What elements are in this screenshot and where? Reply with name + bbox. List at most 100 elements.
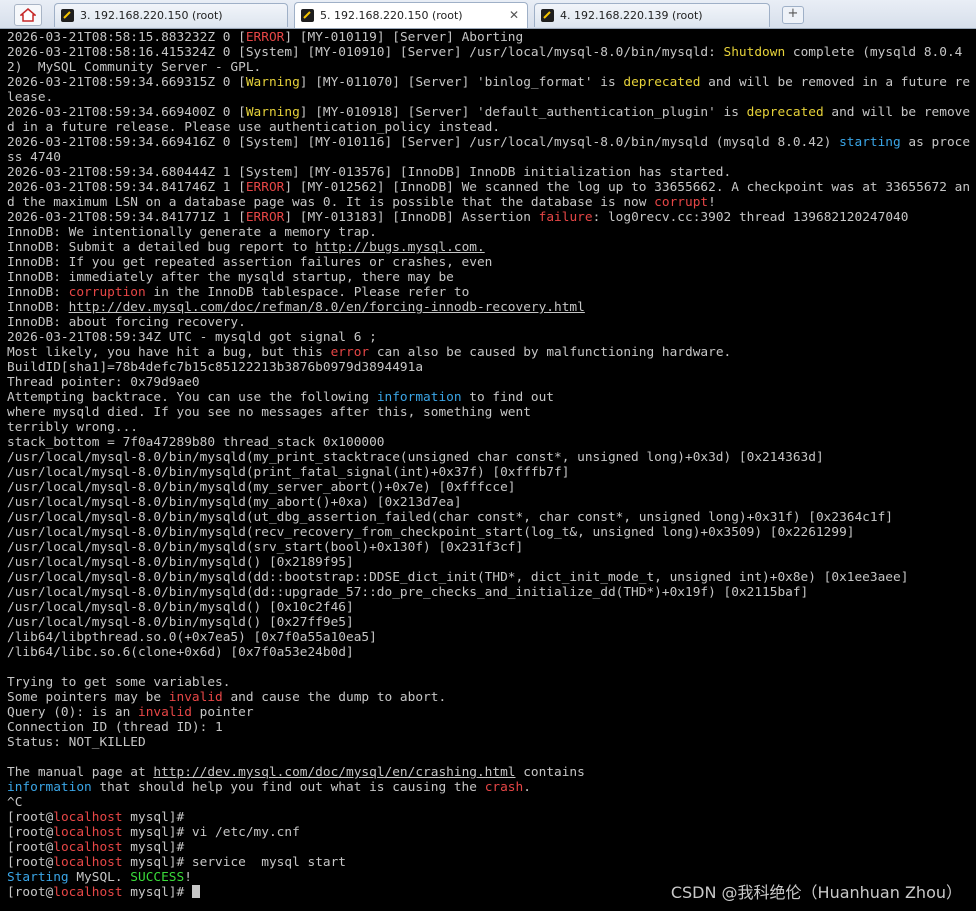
terminal-text: 2026-03-21T08:59:34.669315Z 0 [ [7,75,246,90]
terminal-text: invalid [137,705,192,720]
terminal-line: 2026-03-21T08:58:15.883232Z 0 [ERROR] [M… [7,30,972,45]
terminal-line: 2026-03-21T08:59:34.680444Z 1 [System] [… [7,165,972,180]
terminal-line: InnoDB: We intentionally generate a memo… [7,225,972,240]
terminal-text: [root@ [7,810,54,825]
terminal-line: /usr/local/mysql-8.0/bin/mysqld(srv_star… [7,540,972,555]
terminal-line: 2026-03-21T08:59:34.841771Z 1 [ERROR] [M… [7,210,972,225]
terminal-text: ] [MY-013183] [InnoDB] Assertion [284,210,539,225]
terminal-line: InnoDB: Submit a detailed bug report to … [7,240,972,255]
cursor [191,885,200,898]
terminal-text: mysql]# [122,840,185,855]
tab-label: 3. 192.168.220.150 (root) [80,9,223,22]
terminal-text: mysql]# [122,885,192,900]
terminal-text: ] [MY-011070] [Server] 'binlog_format' i… [299,75,624,90]
terminal-line: 2026-03-21T08:59:34.669416Z 0 [System] [… [7,135,972,165]
terminal-line: [root@localhost mysql]# [7,840,972,855]
terminal-line: InnoDB: http://dev.mysql.com/doc/refman/… [7,300,972,315]
terminal-line: /lib64/libpthread.so.0(+0x7ea5) [0x7f0a5… [7,630,972,645]
terminal-text: localhost [53,855,123,870]
terminal-line: Status: NOT_KILLED [7,735,972,750]
terminal-line: InnoDB: about forcing recovery. [7,315,972,330]
terminal-line: where mysqld died. If you see no message… [7,405,972,420]
terminal-text: /lib64/libc.so.6(clone+0x6d) [0x7f0a53e2… [7,645,354,660]
new-tab-button[interactable]: + [782,6,804,24]
tab-session-3[interactable]: 3. 192.168.220.150 (root) [54,3,288,27]
tab-label: 5. 192.168.220.150 (root) [320,9,463,22]
terminal-line: Trying to get some variables. [7,675,972,690]
terminal-text: localhost [53,885,123,900]
terminal-text: information [376,390,462,405]
terminal-text[interactable]: http://dev.mysql.com/doc/mysql/en/crashi… [153,765,515,780]
terminal-text: localhost [53,840,123,855]
terminal-text: The manual page at [7,765,154,780]
terminal-text: /usr/local/mysql-8.0/bin/mysqld(my_abort… [7,495,462,510]
terminal-text: ^C [7,795,23,810]
terminal-text: Trying to get some variables. [7,675,231,690]
terminal-text: Warning [245,75,300,90]
terminal-line: 2026-03-21T08:59:34.669315Z 0 [Warning] … [7,75,972,105]
terminal-output[interactable]: 2026-03-21T08:58:15.883232Z 0 [ ERROR ] [M… [7,30,972,900]
terminal-text: mysql]# service mysql start [122,855,347,870]
terminal-text[interactable]: http://dev.mysql.com/doc/refman/8.0/en/f… [69,300,585,315]
terminal-icon [61,9,74,22]
terminal-text: InnoDB: Submit a detailed bug report to [7,240,316,255]
terminal-text: /usr/local/mysql-8.0/bin/mysqld(print_fa… [7,465,570,480]
terminal-text: contains [515,765,585,780]
tab-session-5[interactable]: 5. 192.168.220.150 (root) ✕ [294,2,528,28]
close-icon[interactable]: ✕ [509,8,519,22]
terminal-text: can also be caused by malfunctioning har… [369,345,732,360]
terminal-text: [root@ [7,825,54,840]
terminal-text: ! [708,195,716,210]
terminal-text: crash [484,780,524,795]
terminal-text: ] [MY-010119] [Server] Aborting [284,30,524,45]
terminal-text: /usr/local/mysql-8.0/bin/mysqld(dd::boot… [7,570,909,585]
terminal-text: InnoDB: [7,285,69,300]
terminal-icon [301,9,314,22]
terminal-text: /usr/local/mysql-8.0/bin/mysqld(my_serve… [7,480,516,495]
terminal-text: /usr/local/mysql-8.0/bin/mysqld(recv_rec… [7,525,855,540]
terminal-text: 2026-03-21T08:59:34.841771Z 1 [ [7,210,246,225]
tab-session-4[interactable]: 4. 192.168.220.139 (root) [534,3,770,27]
terminal-text: Query (0): is an [7,705,138,720]
terminal-text: Attempting backtrace. You can use the fo… [7,390,377,405]
terminal-text: Most likely, you have hit a bug, but thi… [7,345,331,360]
terminal-text: 2026-03-21T08:59:34.669400Z 0 [ [7,105,246,120]
terminal-text: 2026-03-21T08:58:16.415324Z 0 [System] [… [7,45,724,60]
terminal-line: InnoDB: immediately after the mysqld sta… [7,270,972,285]
terminal-text: InnoDB: If you get repeated assertion fa… [7,255,493,270]
terminal-text: Shutdown [723,45,786,60]
terminal-text: BuildID[sha1]=78b4defc7b15c85122213b3876… [7,360,424,375]
terminal-line: [root@localhost mysql]# [7,810,972,825]
terminal-line: /usr/local/mysql-8.0/bin/mysqld(print_fa… [7,465,972,480]
terminal-text: /usr/local/mysql-8.0/bin/mysqld(srv_star… [7,540,524,555]
terminal-line: Most likely, you have hit a bug, but thi… [7,345,972,360]
terminal-line: /usr/local/mysql-8.0/bin/mysqld(my_abort… [7,495,972,510]
terminal-line: /usr/local/mysql-8.0/bin/mysqld() [0x218… [7,555,972,570]
terminal-line: Some pointers may be invalid and cause t… [7,690,972,705]
terminal-text: /usr/local/mysql-8.0/bin/mysqld(dd::upgr… [7,585,809,600]
tab-label: 4. 192.168.220.139 (root) [560,9,703,22]
terminal-text: Connection ID (thread ID): 1 [7,720,223,735]
terminal-text: ERROR [245,180,285,195]
terminal-text: terribly wrong... [7,420,138,435]
terminal-text: InnoDB: We intentionally generate a memo… [7,225,377,240]
terminal-text: deprecated [623,75,701,90]
terminal-text: mysql]# vi /etc/my.cnf [122,825,300,840]
terminal-text: /lib64/libpthread.so.0(+0x7ea5) [0x7f0a5… [7,630,377,645]
terminal-text: invalid [168,690,223,705]
terminal-line: Query (0): is an invalid pointer [7,705,972,720]
terminal-line: terribly wrong... [7,420,972,435]
terminal-text: MySQL. [68,870,131,885]
terminal-text: 2026-03-21T08:58:15.883232Z 0 [ [7,30,246,45]
terminal-line: Attempting backtrace. You can use the fo… [7,390,972,405]
terminal-text: /usr/local/mysql-8.0/bin/mysqld(my_print… [7,450,824,465]
terminal-text: Starting [7,870,69,885]
terminal-text: [root@ [7,855,54,870]
terminal-text: InnoDB: [7,300,69,315]
terminal-text: starting [839,135,901,150]
terminal-text[interactable]: http://bugs.mysql.com. [315,240,485,255]
terminal-text: 2026-03-21T08:59:34.669416Z 0 [System] [… [7,135,840,150]
watermark: CSDN @我科绝伦（Huanhuan Zhou） [670,883,962,902]
home-button[interactable] [14,4,42,26]
